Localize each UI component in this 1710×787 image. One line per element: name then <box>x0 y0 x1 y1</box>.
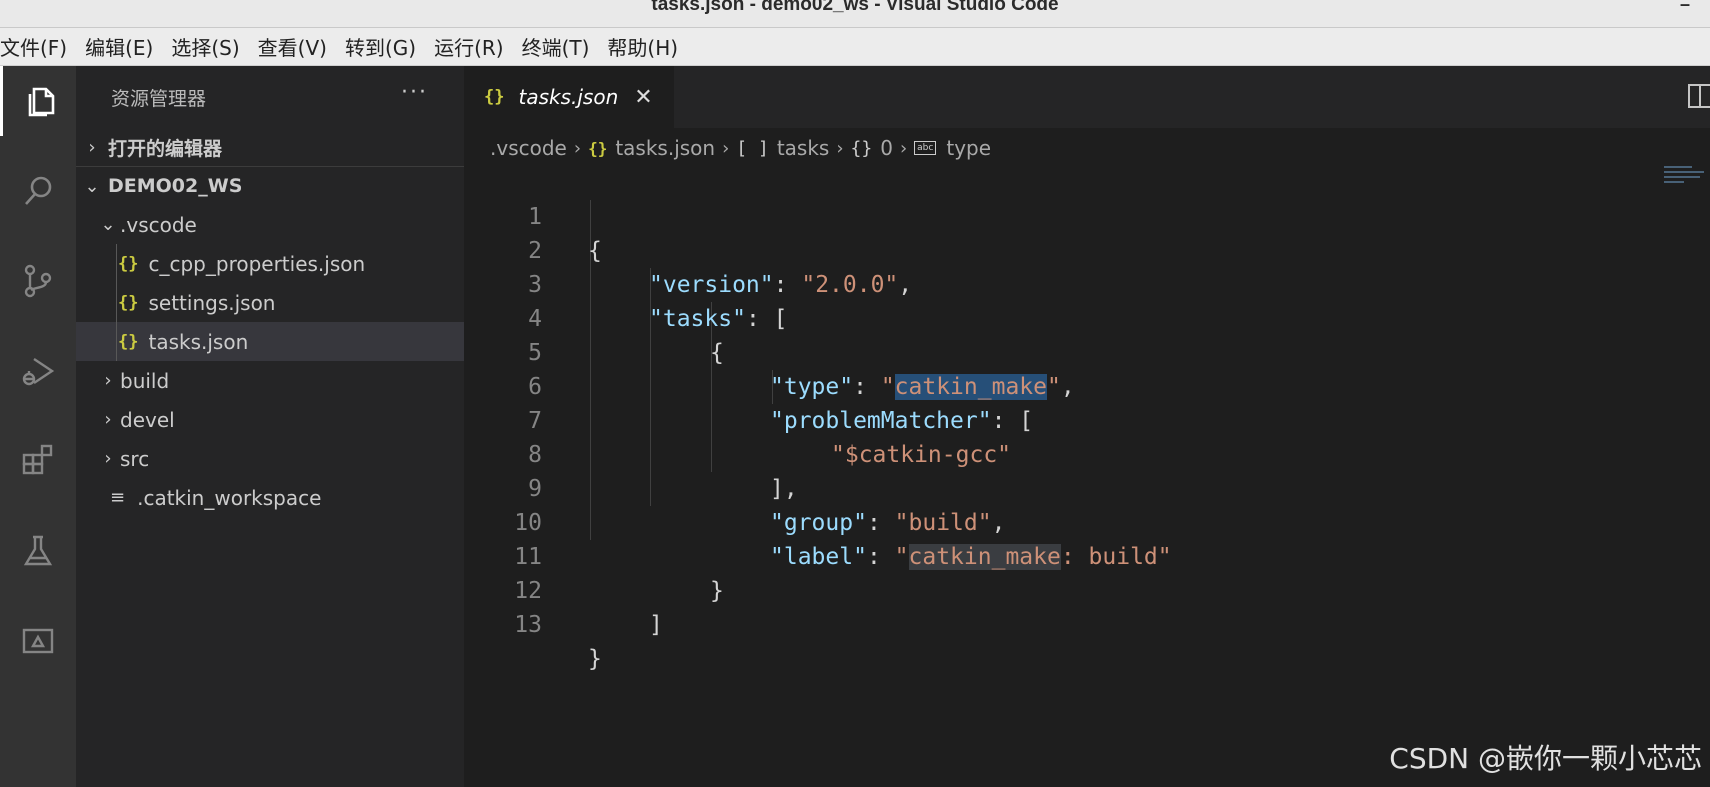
chevron-down-icon: ⌄ <box>84 175 100 197</box>
tree-folder-src[interactable]: › src <box>76 439 464 478</box>
chevron-right-icon: › <box>899 137 908 159</box>
folder-label: devel <box>120 407 175 432</box>
tree-folder-devel[interactable]: › devel <box>76 400 464 439</box>
tree-file-c-cpp-properties[interactable]: {} c_cpp_properties.json <box>76 244 464 283</box>
more-actions-icon[interactable]: ··· <box>401 80 428 105</box>
watermark: CSDN @嵌你一颗小芯芯 <box>1389 742 1702 775</box>
file-label: c_cpp_properties.json <box>148 251 366 276</box>
menu-terminal[interactable]: 终端(T) <box>513 32 599 61</box>
workspace-section[interactable]: ⌄ DEMO02_WS <box>76 167 464 205</box>
file-label: .catkin_workspace <box>137 485 322 510</box>
menu-edit[interactable]: 编辑(E) <box>76 32 162 61</box>
activity-bar <box>0 66 76 787</box>
code-line: 10 "label": "catkin_make: build" <box>464 472 1644 570</box>
title-bar: tasks.json - demo02_ws - Visual Studio C… <box>0 0 1710 28</box>
breadcrumb-index[interactable]: 0 <box>880 136 893 160</box>
code-text: } <box>588 646 602 672</box>
tree-folder-vscode[interactable]: ⌄ .vscode <box>76 205 464 244</box>
tree-file-tasks[interactable]: {} tasks.json <box>76 322 464 361</box>
explorer-sidebar: 资源管理器 ··· › 打开的编辑器 ⌄ DEMO02_WS ⌄ .vscode… <box>76 66 464 787</box>
code-line: 1 { <box>464 166 1644 264</box>
code-line: 6 "problemMatcher": [ <box>464 336 1644 434</box>
indent-guide <box>116 283 117 322</box>
breadcrumb: .vscode › {} tasks.json › [ ] tasks › {}… <box>490 132 991 164</box>
tree-folder-build[interactable]: › build <box>76 361 464 400</box>
indent-guide <box>116 244 117 283</box>
code-line: 13 } <box>464 574 1644 672</box>
folder-label: src <box>120 446 150 471</box>
breadcrumb-folder[interactable]: .vscode <box>490 136 567 160</box>
files-icon[interactable] <box>0 66 76 136</box>
tree-file-catkin-workspace[interactable]: ≡ .catkin_workspace <box>76 478 464 517</box>
json-file-icon: {} <box>588 138 608 158</box>
chevron-right-icon: › <box>104 409 112 430</box>
text-file-icon: ≡ <box>110 487 126 508</box>
line-number: 13 <box>514 612 542 638</box>
explorer-title: 资源管理器 <box>111 87 207 110</box>
explorer-header: 资源管理器 ··· <box>76 66 464 128</box>
code-line: 2 "version": "2.0.0", <box>464 200 1644 298</box>
code-line: 12 ] <box>464 540 1644 638</box>
tabs-bar: {} tasks.json ✕ <box>464 66 1710 128</box>
close-icon[interactable]: ✕ <box>634 85 652 110</box>
json-file-icon: {} <box>484 87 505 107</box>
code-line: 5 "type": "catkin_make", <box>464 302 1644 400</box>
window-title: tasks.json - demo02_ws - Visual Studio C… <box>651 0 1059 15</box>
folder-label: .vscode <box>120 212 197 237</box>
json-file-icon: {} <box>118 331 139 352</box>
folder-label: build <box>120 368 170 393</box>
chevron-right-icon: › <box>104 370 112 391</box>
minimap[interactable] <box>1664 166 1710 206</box>
breadcrumb-file[interactable]: tasks.json <box>615 136 715 160</box>
search-icon[interactable] <box>0 156 76 226</box>
breadcrumb-tasks[interactable]: tasks <box>777 136 830 160</box>
chevron-right-icon: › <box>88 136 96 158</box>
tab-label: tasks.json <box>518 85 619 109</box>
indent-guide <box>116 322 117 361</box>
testing-icon[interactable] <box>0 516 76 586</box>
tab-tasks-json[interactable]: {} tasks.json ✕ <box>464 66 674 128</box>
code-line: 3 "tasks": [ <box>464 234 1644 332</box>
chevron-right-icon: › <box>573 137 582 159</box>
menu-selection[interactable]: 选择(S) <box>162 32 248 61</box>
menu-view[interactable]: 查看(V) <box>249 32 336 61</box>
menu-help[interactable]: 帮助(H) <box>598 32 687 61</box>
editor-area: {} tasks.json ✕ .vscode › {} tasks.json … <box>464 66 1710 787</box>
code-line: 11 } <box>464 506 1644 604</box>
json-file-icon: {} <box>118 292 139 313</box>
file-label: tasks.json <box>148 329 249 354</box>
code-line: 9 "group": "build", <box>464 438 1644 536</box>
split-editor-icon[interactable] <box>1688 84 1710 108</box>
code-line: 4 { <box>464 268 1644 366</box>
workspace-label: DEMO02_WS <box>108 175 243 197</box>
open-editors-section[interactable]: › 打开的编辑器 <box>76 128 464 167</box>
code-line: 7 "$catkin-gcc" <box>464 370 1644 468</box>
chevron-right-icon: › <box>104 448 112 469</box>
chevron-right-icon: › <box>722 137 730 159</box>
chevron-right-icon: › <box>836 137 844 159</box>
code-text: ] <box>649 612 663 638</box>
run-debug-icon[interactable] <box>0 336 76 406</box>
breadcrumb-type[interactable]: type <box>946 136 991 160</box>
file-label: settings.json <box>148 290 276 315</box>
extensions-icon[interactable] <box>0 424 76 494</box>
menu-go[interactable]: 转到(G) <box>336 32 425 61</box>
open-editors-label: 打开的编辑器 <box>108 137 223 160</box>
source-control-icon[interactable] <box>0 246 76 316</box>
menu-run[interactable]: 运行(R) <box>425 32 513 61</box>
code-editor[interactable]: 1 { 2 "version": "2.0.0", 3 "tasks": [ 4… <box>464 166 1644 672</box>
string-symbol-icon: abc <box>914 141 937 155</box>
remote-explorer-icon[interactable] <box>0 606 76 676</box>
object-symbol-icon: {} <box>850 137 873 159</box>
json-file-icon: {} <box>118 253 139 274</box>
minimize-button[interactable]: – <box>1680 0 1690 15</box>
chevron-down-icon: ⌄ <box>100 214 116 235</box>
menu-bar: 文件(F) 编辑(E) 选择(S) 查看(V) 转到(G) 运行(R) 终端(T… <box>0 28 1710 66</box>
array-symbol-icon: [ ] <box>736 137 769 159</box>
menu-file[interactable]: 文件(F) <box>0 32 76 61</box>
tree-file-settings[interactable]: {} settings.json <box>76 283 464 322</box>
code-line: 8 ], <box>464 404 1644 502</box>
